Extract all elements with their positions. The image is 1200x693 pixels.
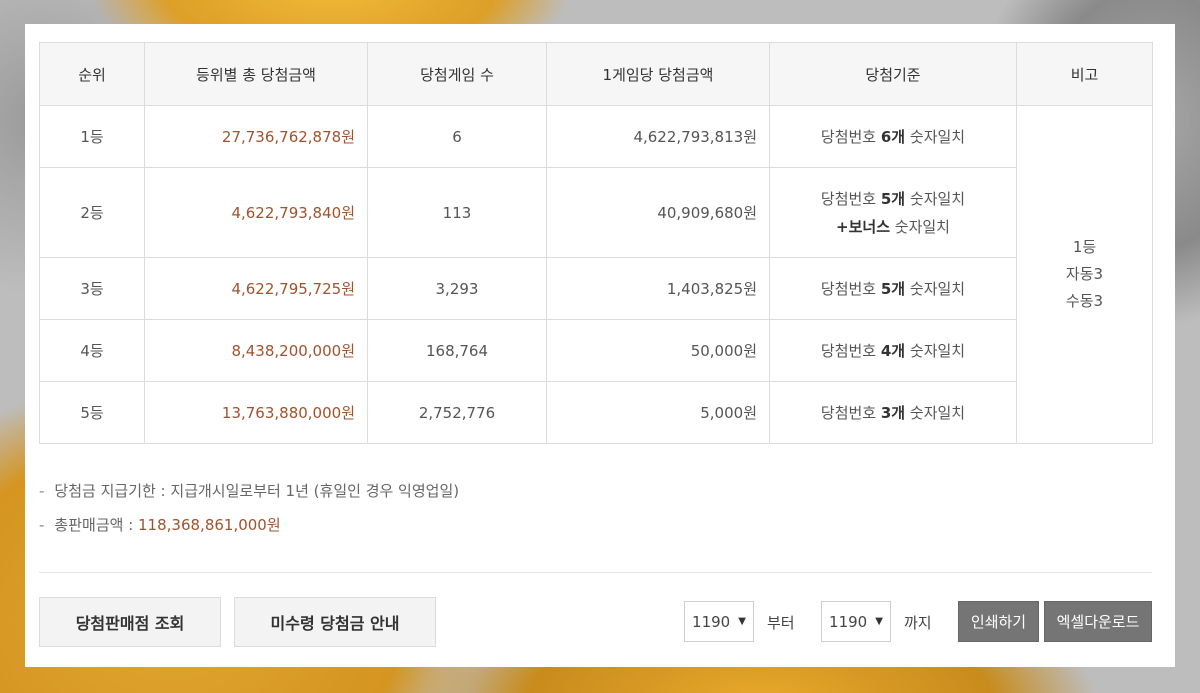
per-game-cell: 50,000원 [546, 319, 770, 382]
table-header-row: 순위 등위별 총 당첨금액 당첨게임 수 1게임당 당첨금액 당첨기준 비고 [39, 42, 1153, 106]
store-lookup-button[interactable]: 당첨판매점 조회 [39, 597, 221, 647]
to-round-select[interactable]: 1190 ▼ [821, 601, 891, 642]
note-cell: 1등 자동3 수동3 [1016, 105, 1153, 444]
sales-value: 118,368,861,000원 [138, 516, 281, 534]
header-total-amount: 등위별 총 당첨금액 [144, 42, 368, 106]
per-game-cell: 40,909,680원 [546, 167, 770, 258]
per-game-cell: 5,000원 [546, 381, 770, 444]
header-game-count: 당첨게임 수 [367, 42, 547, 106]
criteria-cell: 당첨번호 6개 숫자일치 [769, 105, 1017, 168]
total-amount-cell: 13,763,880,000원 [144, 381, 368, 444]
rank-cell: 3등 [39, 257, 145, 320]
prize-table: 순위 등위별 총 당첨금액 당첨게임 수 1게임당 당첨금액 당첨기준 비고 1… [39, 42, 1153, 444]
game-count-cell: 3,293 [367, 257, 547, 320]
from-label: 부터 [767, 614, 795, 632]
total-amount-cell: 8,438,200,000원 [144, 319, 368, 382]
header-rank: 순위 [39, 42, 145, 106]
total-amount-cell: 27,736,762,878원 [144, 105, 368, 168]
chevron-down-icon: ▼ [875, 616, 883, 627]
unclaimed-prize-button[interactable]: 미수령 당첨금 안내 [234, 597, 436, 647]
criteria-cell: 당첨번호 4개 숫자일치 [769, 319, 1017, 382]
print-button[interactable]: 인쇄하기 [958, 601, 1039, 642]
table-row: 3등 4,622,795,725원 3,293 1,403,825원 당첨번호 … [39, 257, 1153, 320]
total-amount-cell: 4,622,793,840원 [144, 167, 368, 258]
table-row: 1등 27,736,762,878원 6 4,622,793,813원 당첨번호… [39, 105, 1153, 444]
criteria-cell: 당첨번호 5개 숫자일치 +보너스 숫자일치 [769, 167, 1017, 258]
rank-cell: 4등 [39, 319, 145, 382]
deadline-info: - 당첨금 지급기한 : 지급개시일로부터 1년 (휴일인 경우 익영업일) [39, 482, 460, 500]
results-panel: 순위 등위별 총 당첨금액 당첨게임 수 1게임당 당첨금액 당첨기준 비고 1… [25, 24, 1175, 667]
per-game-cell: 4,622,793,813원 [546, 105, 770, 168]
divider [39, 572, 1152, 573]
from-round-select[interactable]: 1190 ▼ [684, 601, 754, 642]
deadline-value: 지급개시일로부터 1년 (휴일인 경우 익영업일) [170, 482, 460, 500]
excel-download-button[interactable]: 엑셀다운로드 [1044, 601, 1152, 642]
info-list: - 당첨금 지급기한 : 지급개시일로부터 1년 (휴일인 경우 익영업일) -총… [39, 479, 459, 547]
table-row: 4등 8,438,200,000원 168,764 50,000원 당첨번호 4… [39, 319, 1153, 382]
table-row: 5등 13,763,880,000원 2,752,776 5,000원 당첨번호… [39, 381, 1153, 444]
game-count-cell: 6 [367, 105, 547, 168]
game-count-cell: 113 [367, 167, 547, 258]
sales-info: - 총판매금액 : 118,368,861,000원 [39, 516, 281, 534]
header-note: 비고 [1016, 42, 1153, 106]
chevron-down-icon: ▼ [738, 616, 746, 627]
to-label: 까지 [904, 614, 932, 632]
criteria-cell: 당첨번호 5개 숫자일치 [769, 257, 1017, 320]
rank-cell: 1등 [39, 105, 145, 168]
rank-cell: 2등 [39, 167, 145, 258]
header-criteria: 당첨기준 [769, 42, 1017, 106]
per-game-cell: 1,403,825원 [546, 257, 770, 320]
header-per-game-amount: 1게임당 당첨금액 [546, 42, 770, 106]
game-count-cell: 168,764 [367, 319, 547, 382]
table-row: 2등 4,622,793,840원 113 40,909,680원 당첨번호 5… [39, 167, 1153, 258]
sales-label: 총판매금액 : [54, 516, 139, 534]
total-amount-cell: 4,622,795,725원 [144, 257, 368, 320]
criteria-cell: 당첨번호 3개 숫자일치 [769, 381, 1017, 444]
deadline-label: 당첨금 지급기한 : [54, 482, 171, 500]
rank-cell: 5등 [39, 381, 145, 444]
game-count-cell: 2,752,776 [367, 381, 547, 444]
